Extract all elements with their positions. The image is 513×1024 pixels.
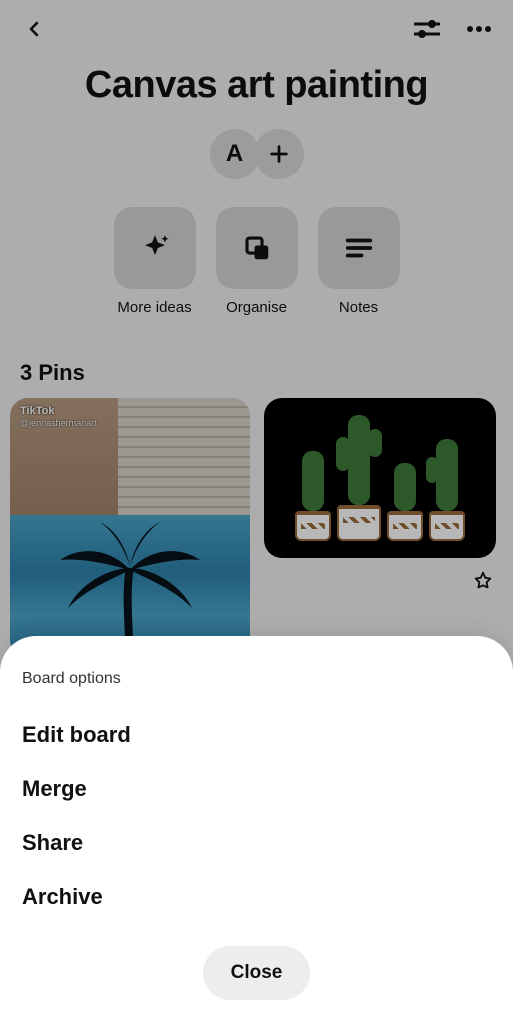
board-screen: Canvas art painting A More ideas <box>0 0 513 1024</box>
archive-option[interactable]: Archive <box>22 870 491 924</box>
sheet-heading: Board options <box>22 670 491 688</box>
edit-board-option[interactable]: Edit board <box>22 708 491 762</box>
board-options-sheet: Board options Edit board Merge Share Arc… <box>0 636 513 1024</box>
share-option[interactable]: Share <box>22 816 491 870</box>
close-button[interactable]: Close <box>203 946 311 1000</box>
merge-option[interactable]: Merge <box>22 762 491 816</box>
